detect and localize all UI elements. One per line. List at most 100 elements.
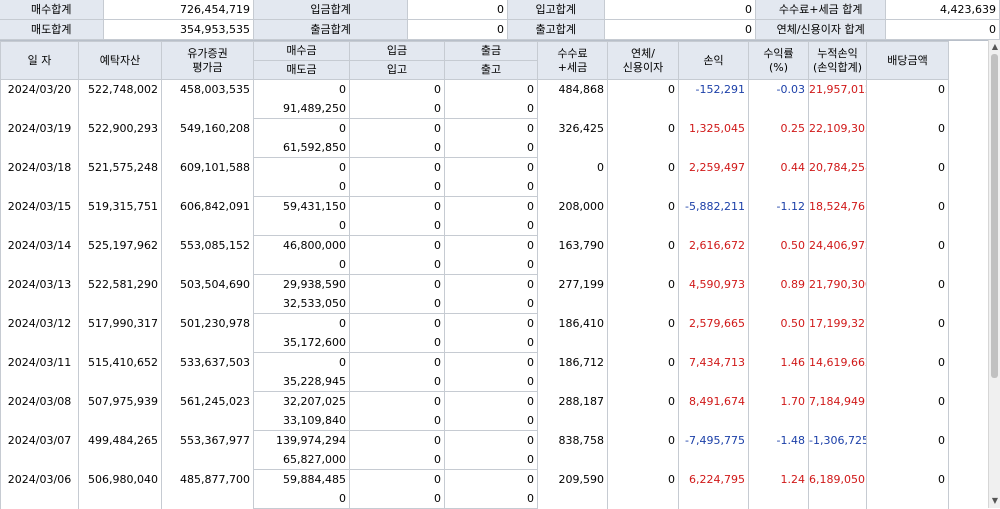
cell-stock-out: 0 — [444, 294, 538, 314]
cell-fee-tax: 186,712 — [537, 352, 608, 392]
cell-sell-amount: 0 — [253, 216, 350, 236]
cell-date: 2024/03/11 — [0, 352, 79, 392]
cell-stock-in: 0 — [349, 411, 445, 431]
cell-sell-amount: 35,228,945 — [253, 372, 350, 392]
cell-dividend: 0 — [866, 469, 949, 509]
header-dividend[interactable]: 배당금액 — [866, 41, 949, 80]
header-overdue-interest[interactable]: 연체/ 신용이자 — [607, 41, 679, 80]
header-date[interactable]: 일 자 — [0, 41, 79, 80]
cell-withdraw-out: 0 — [444, 391, 538, 411]
withdraw-total-value: 0 — [408, 20, 508, 39]
cell-deposit-in: 0 — [349, 235, 445, 255]
cell-deposit-in: 0 — [349, 391, 445, 411]
cell-overdue-interest: 0 — [607, 118, 679, 158]
cell-stock-in: 0 — [349, 216, 445, 236]
summary-row-2: 매도합계 354,953,535 출금합계 0 출고합계 0 연체/신용이자 합… — [0, 20, 1000, 40]
cell-cumulative-pl: 18,524,761 — [808, 196, 867, 236]
interest-total-value: 0 — [886, 20, 1000, 39]
cell-sell-amount: 91,489,250 — [253, 99, 350, 119]
buy-total-label: 매수합계 — [0, 0, 104, 19]
cell-dividend: 0 — [866, 352, 949, 392]
cell-date: 2024/03/15 — [0, 196, 79, 236]
header-withdraw-out[interactable]: 출금 — [444, 41, 538, 61]
cell-dividend: 0 — [866, 196, 949, 236]
cell-securities-eval: 561,245,023 — [161, 391, 254, 431]
withdraw-total-label: 출금합계 — [253, 20, 409, 39]
cell-deposit-in: 0 — [349, 430, 445, 450]
cell-stock-out: 0 — [444, 216, 538, 236]
cell-dividend: 0 — [866, 235, 949, 275]
cell-deposit-in: 0 — [349, 352, 445, 372]
header-deposit-in[interactable]: 입금 — [349, 41, 445, 61]
table-row[interactable]: 2024/03/11 515,410,652 533,637,503 0 0 0 186,7… — [0, 352, 987, 392]
cell-return-rate: -1.12 — [748, 196, 809, 236]
cell-sell-amount: 0 — [253, 255, 350, 275]
cell-deposit-assets: 519,315,751 — [78, 196, 162, 236]
header-cumulative-pl[interactable]: 누적손익 (손익합계) — [808, 41, 867, 80]
cell-profit-loss: 7,434,713 — [678, 352, 749, 392]
cell-cumulative-pl: 7,184,949 — [808, 391, 867, 431]
cell-stock-in: 0 — [349, 99, 445, 119]
table-row[interactable]: 2024/03/14 525,197,962 553,085,152 46,800,0… — [0, 235, 987, 275]
cell-stock-out: 0 — [444, 177, 538, 197]
table-row[interactable]: 2024/03/20 522,748,002 458,003,535 0 0 0 484,8… — [0, 79, 987, 119]
header-deposit-assets[interactable]: 예탁자산 — [78, 41, 162, 80]
cell-date: 2024/03/19 — [0, 118, 79, 158]
header-profit-loss[interactable]: 손익 — [678, 41, 749, 80]
cell-securities-eval: 553,367,977 — [161, 430, 254, 470]
header-stock-in[interactable]: 입고 — [349, 60, 445, 80]
header-fee-tax[interactable]: 수수료 +세금 — [537, 41, 608, 80]
cell-fee-tax: 209,590 — [537, 469, 608, 509]
cell-buy-amount: 0 — [253, 79, 350, 99]
cell-buy-amount: 59,884,485 — [253, 469, 350, 489]
header-return-rate[interactable]: 수익률 (%) — [748, 41, 809, 80]
cell-dividend: 0 — [866, 391, 949, 431]
cell-profit-loss: 1,325,045 — [678, 118, 749, 158]
header-buy-amount[interactable]: 매수금 — [253, 41, 350, 61]
cell-deposit-assets: 522,748,002 — [78, 79, 162, 119]
table-row[interactable]: 2024/03/13 522,581,290 503,504,690 29,938,5… — [0, 274, 987, 314]
table-row[interactable]: 2024/03/12 517,990,317 501,230,978 0 0 0 186,4… — [0, 313, 987, 353]
cell-sell-amount: 32,533,050 — [253, 294, 350, 314]
table-row[interactable]: 2024/03/19 522,900,293 549,160,208 0 0 0 326,4… — [0, 118, 987, 158]
cell-stock-out: 0 — [444, 489, 538, 509]
cell-deposit-in: 0 — [349, 274, 445, 294]
cell-fee-tax: 186,410 — [537, 313, 608, 353]
cell-cumulative-pl: 14,619,662 — [808, 352, 867, 392]
cell-stock-out: 0 — [444, 99, 538, 119]
cell-stock-in: 0 — [349, 333, 445, 353]
cell-securities-eval: 609,101,588 — [161, 157, 254, 197]
cell-securities-eval: 533,637,503 — [161, 352, 254, 392]
triangle-up-icon[interactable]: ▲ — [990, 41, 1000, 53]
cell-fee-tax: 326,425 — [537, 118, 608, 158]
cell-buy-amount: 0 — [253, 352, 350, 372]
cell-overdue-interest: 0 — [607, 157, 679, 197]
table-row[interactable]: 2024/03/18 521,575,248 609,101,588 0 0 0 0 0 2,2… — [0, 157, 987, 197]
interest-total-label: 연체/신용이자 합계 — [755, 20, 887, 39]
cell-return-rate: 1.70 — [748, 391, 809, 431]
cell-profit-loss: 2,579,665 — [678, 313, 749, 353]
cell-return-rate: 0.25 — [748, 118, 809, 158]
cell-deposit-in: 0 — [349, 196, 445, 216]
daily-pl-table[interactable]: 일 자 예탁자산 유가증권 평가금 매수금 입금 출금 수수료 +세금 연체/ … — [0, 40, 988, 509]
cell-profit-loss: -152,291 — [678, 79, 749, 119]
cell-stock-out: 0 — [444, 333, 538, 353]
header-securities-eval[interactable]: 유가증권 평가금 — [161, 41, 254, 80]
cell-fee-tax: 277,199 — [537, 274, 608, 314]
table-row[interactable]: 2024/03/07 499,484,265 553,367,977 139,974,… — [0, 430, 987, 470]
cell-stock-in: 0 — [349, 450, 445, 470]
table-row[interactable]: 2024/03/15 519,315,751 606,842,091 59,431,1… — [0, 196, 987, 236]
triangle-down-icon[interactable]: ▼ — [990, 495, 1000, 507]
cell-withdraw-out: 0 — [444, 157, 538, 177]
table-row[interactable]: 2024/03/06 506,980,040 485,877,700 59,884,4… — [0, 469, 987, 509]
vertical-scrollbar[interactable]: ▲ ▼ — [988, 40, 1000, 508]
cell-return-rate: 0.89 — [748, 274, 809, 314]
header-sell-amount[interactable]: 매도금 — [253, 60, 350, 80]
fee-tax-total-label: 수수료+세금 합계 — [755, 0, 887, 19]
header-stock-out[interactable]: 출고 — [444, 60, 538, 80]
table-row[interactable]: 2024/03/08 507,975,939 561,245,023 32,207,0… — [0, 391, 987, 431]
cell-cumulative-pl: 24,406,972 — [808, 235, 867, 275]
scrollbar-thumb[interactable] — [991, 54, 998, 378]
cell-return-rate: 0.50 — [748, 235, 809, 275]
sell-total-label: 매도합계 — [0, 20, 104, 39]
